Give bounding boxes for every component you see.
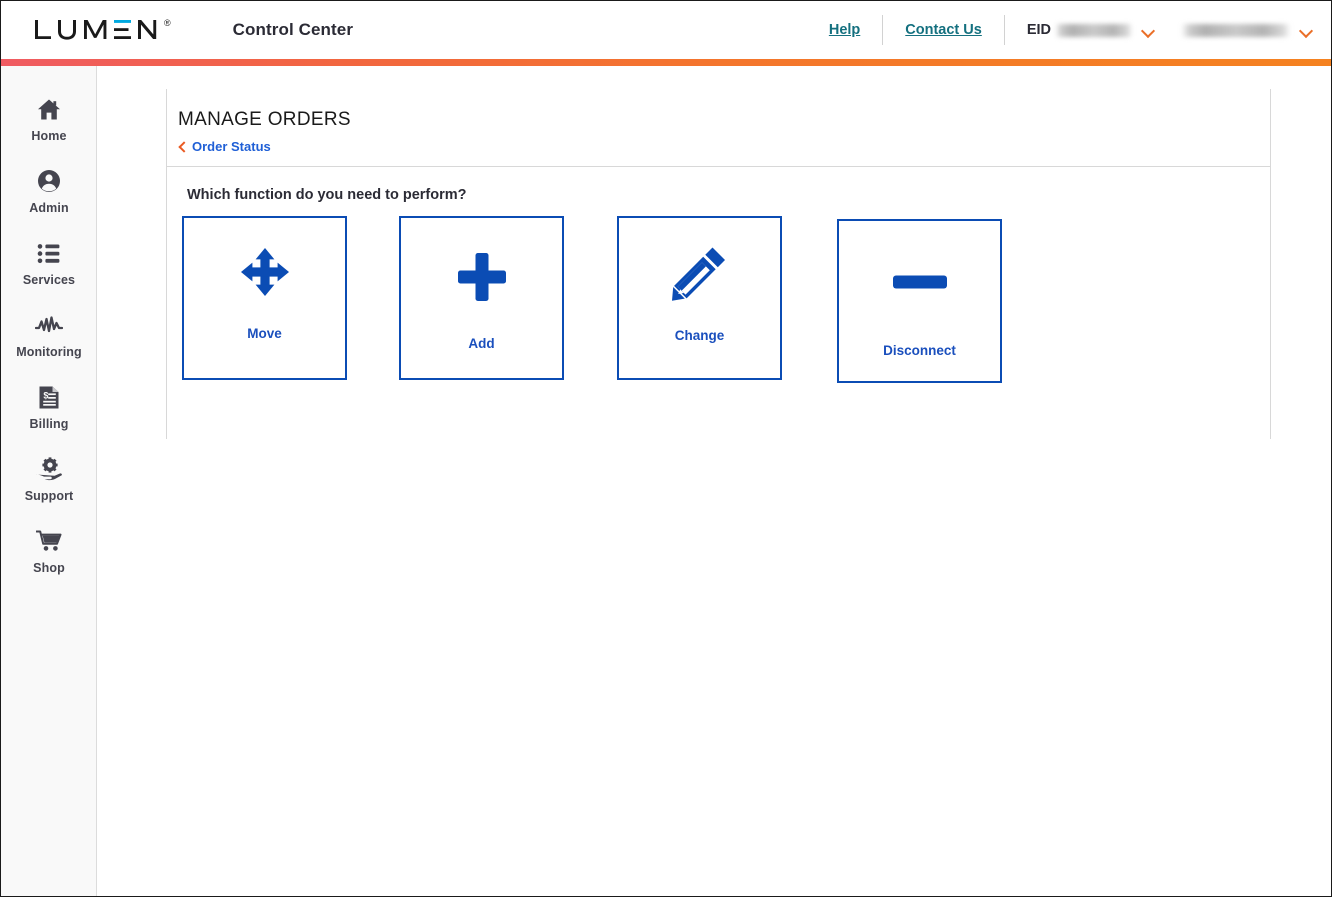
sidebar-label-services: Services [22, 273, 76, 287]
breadcrumb-order-status[interactable]: Order Status [178, 139, 271, 154]
arrows-move-icon [184, 218, 345, 326]
account-value-redacted [1181, 23, 1291, 37]
eid-value-redacted [1055, 23, 1133, 37]
eid-dropdown[interactable]: EID [1027, 22, 1155, 38]
left-sidebar: Home Admin Services Monitoring $ Billing… [1, 66, 97, 896]
home-icon [37, 94, 61, 124]
sidebar-item-services[interactable]: Services [1, 238, 97, 310]
chevron-left-icon [178, 141, 186, 152]
sidebar-item-monitoring[interactable]: Monitoring [1, 310, 97, 382]
hand-gear-icon [35, 454, 63, 484]
sidebar-label-monitoring: Monitoring [16, 345, 82, 359]
function-card-label-change: Change [674, 328, 725, 343]
function-card-move[interactable]: Move [182, 216, 347, 380]
shopping-cart-icon [35, 526, 63, 556]
sidebar-label-home: Home [31, 129, 67, 143]
header-divider-2 [1003, 15, 1005, 45]
minus-icon [839, 221, 1000, 343]
top-header: ® Control Center Help Contact Us EID [1, 1, 1331, 59]
function-prompt: Which function do you need to perform? [187, 187, 467, 203]
account-dropdown[interactable] [1181, 23, 1313, 37]
help-link[interactable]: Help [829, 22, 860, 38]
sidebar-label-admin: Admin [29, 201, 69, 215]
page-title: MANAGE ORDERS [178, 109, 351, 130]
sidebar-label-billing: Billing [29, 417, 69, 431]
eid-label: EID [1026, 22, 1051, 38]
accent-gradient-bar [1, 59, 1331, 66]
function-card-change[interactable]: Change [617, 216, 782, 380]
function-card-add[interactable]: Add [399, 216, 564, 380]
function-card-row: Move Add Change Disconnect [167, 215, 1270, 405]
sidebar-label-shop: Shop [33, 561, 65, 575]
invoice-icon: $ [38, 382, 60, 412]
registered-mark: ® [164, 18, 171, 28]
application-window: ® Control Center Help Contact Us EID Hom… [0, 0, 1332, 897]
sidebar-item-billing[interactable]: $ Billing [1, 382, 97, 454]
function-card-label-add: Add [468, 336, 495, 351]
function-card-label-disconnect: Disconnect [883, 343, 956, 358]
main-content-panel: MANAGE ORDERS Order Status Which functio… [166, 89, 1271, 439]
chevron-down-icon [1300, 26, 1313, 34]
app-title: Control Center [232, 20, 354, 39]
breadcrumb-label: Order Status [192, 139, 271, 154]
header-right-group: Help Contact Us EID [829, 13, 1313, 47]
sidebar-item-support[interactable]: Support [1, 454, 97, 526]
function-card-disconnect[interactable]: Disconnect [837, 219, 1002, 383]
function-card-label-move: Move [247, 326, 282, 341]
pencil-icon [619, 218, 780, 328]
sidebar-item-shop[interactable]: Shop [1, 526, 97, 598]
sidebar-item-home[interactable]: Home [1, 94, 97, 166]
waveform-icon [35, 310, 63, 340]
lumen-logo[interactable]: ® [33, 17, 171, 43]
plus-icon [401, 218, 562, 336]
user-circle-icon [37, 166, 61, 196]
sidebar-label-support: Support [24, 489, 74, 503]
sidebar-item-admin[interactable]: Admin [1, 166, 97, 238]
panel-header: MANAGE ORDERS Order Status [167, 89, 1270, 167]
svg-text:$: $ [43, 390, 48, 400]
chevron-down-icon [1142, 26, 1155, 34]
list-icon [37, 238, 61, 268]
header-divider-1 [882, 15, 884, 45]
contact-us-link[interactable]: Contact Us [905, 22, 982, 38]
